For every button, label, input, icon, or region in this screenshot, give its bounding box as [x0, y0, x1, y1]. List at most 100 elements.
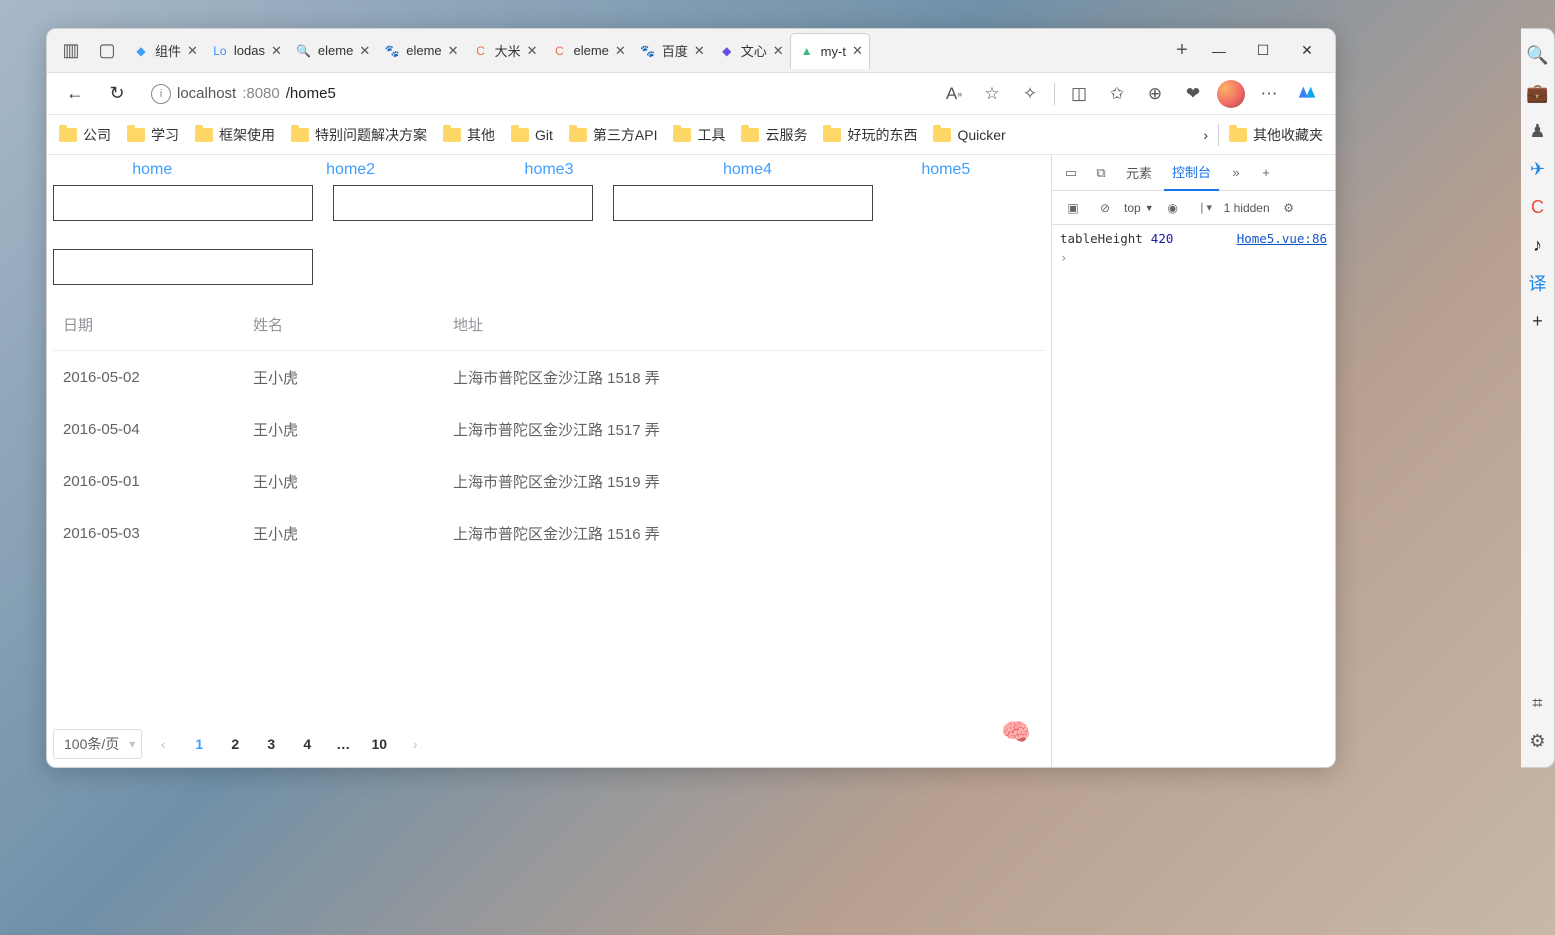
page-number-…[interactable]: …	[328, 729, 358, 759]
bookmark-item-1[interactable]: 学习	[127, 125, 179, 145]
sidebar-app-0[interactable]: 🔍	[1526, 43, 1550, 67]
bookmark-label: 云服务	[765, 125, 807, 145]
browser-tab-8[interactable]: ▲my-t✕	[790, 33, 870, 69]
tab-elements[interactable]: 元素	[1118, 155, 1160, 191]
browser-tab-2[interactable]: 🔍eleme✕	[288, 33, 376, 69]
page-number-3[interactable]: 3	[256, 729, 286, 759]
bookmark-item-3[interactable]: 特别问题解决方案	[291, 125, 427, 145]
tab-close-icon[interactable]: ✕	[773, 43, 784, 59]
maximize-button[interactable]: ☐	[1241, 33, 1285, 69]
sidebar-app-6[interactable]: 译	[1526, 271, 1550, 295]
bookmark-item-9[interactable]: 好玩的东西	[823, 125, 917, 145]
inspect-icon[interactable]: ▭	[1058, 165, 1084, 181]
tab-close-icon[interactable]: ✕	[615, 43, 626, 59]
back-button[interactable]: ←	[59, 78, 91, 110]
console-output[interactable]: tableHeight 420 Home5.vue:86 ›	[1052, 225, 1335, 767]
sidebar-app-7[interactable]: +	[1526, 309, 1550, 333]
bookmark-item-5[interactable]: Git	[511, 127, 553, 143]
sidebar-toggle-icon[interactable]: ▣	[1060, 201, 1086, 215]
assistant-brain-icon[interactable]: 🧠	[1001, 717, 1031, 747]
page-number-10[interactable]: 10	[364, 729, 394, 759]
log-source-link[interactable]: Home5.vue:86	[1237, 231, 1327, 246]
more-icon[interactable]: ⋯	[1253, 78, 1285, 110]
nav-link-home3[interactable]: home3	[450, 159, 648, 181]
performance-icon[interactable]: ❤	[1177, 78, 1209, 110]
browser-tab-1[interactable]: Lolodas✕	[204, 33, 288, 69]
page-number-1[interactable]: 1	[184, 729, 214, 759]
collections-icon[interactable]: ⊕	[1139, 78, 1171, 110]
sidebar-app-2[interactable]: ♟	[1526, 119, 1550, 143]
cell-date: 2016-05-04	[53, 421, 253, 438]
tab-console[interactable]: 控制台	[1164, 155, 1219, 191]
read-aloud-icon[interactable]: A»	[938, 78, 970, 110]
tab-actions-icon[interactable]: ▥	[53, 40, 89, 61]
live-expression-icon[interactable]: ◉	[1160, 201, 1186, 215]
favorite-icon[interactable]: ☆	[976, 78, 1008, 110]
tab-close-icon[interactable]: ✕	[359, 43, 370, 59]
reload-button[interactable]: ↻	[101, 78, 133, 110]
page-next[interactable]: ›	[400, 729, 430, 759]
new-tab-button[interactable]: +	[1167, 39, 1197, 62]
bookmark-item-0[interactable]: 公司	[59, 125, 111, 145]
bookmark-item-10[interactable]: Quicker	[933, 127, 1005, 143]
text-input-2[interactable]	[333, 185, 593, 221]
workspace-icon[interactable]: ▢	[89, 40, 125, 61]
tab-close-icon[interactable]: ✕	[527, 43, 538, 59]
bookmark-label: 特别问题解决方案	[315, 125, 427, 145]
browser-tab-7[interactable]: ◆文心✕	[711, 33, 790, 69]
sidebar-bottom-1[interactable]: ⚙	[1526, 729, 1550, 753]
page-size-select[interactable]: 100条/页	[53, 729, 142, 759]
sidebar-app-3[interactable]: ✈	[1526, 157, 1550, 181]
nav-link-home2[interactable]: home2	[251, 159, 449, 181]
nav-link-home5[interactable]: home5	[847, 159, 1045, 181]
profile-avatar[interactable]	[1215, 78, 1247, 110]
page-prev[interactable]: ‹	[148, 729, 178, 759]
copilot-icon[interactable]	[1291, 78, 1323, 110]
clear-console-icon[interactable]: ⊘	[1092, 201, 1118, 215]
tab-favicon: C	[551, 43, 567, 59]
tab-close-icon[interactable]: ✕	[852, 43, 863, 59]
text-input-3[interactable]	[613, 185, 873, 221]
bookmark-item-8[interactable]: 云服务	[741, 125, 807, 145]
separator	[1218, 124, 1219, 146]
page-number-2[interactable]: 2	[220, 729, 250, 759]
bookmark-item-2[interactable]: 框架使用	[195, 125, 275, 145]
split-screen-icon[interactable]: ◫	[1063, 78, 1095, 110]
sidebar-app-1[interactable]: 💼	[1526, 81, 1550, 105]
extensions-icon[interactable]: ✧	[1014, 78, 1046, 110]
site-info-icon[interactable]: i	[151, 84, 171, 104]
more-tabs-icon[interactable]: »	[1223, 165, 1249, 180]
bookmark-label: 框架使用	[219, 125, 275, 145]
sidebar-app-5[interactable]: ♪	[1526, 233, 1550, 257]
browser-tab-4[interactable]: C大米✕	[465, 33, 544, 69]
text-input-4[interactable]	[53, 249, 313, 285]
tab-close-icon[interactable]: ✕	[187, 43, 198, 59]
address-bar[interactable]: i localhost:8080/home5	[143, 78, 928, 110]
console-settings-icon[interactable]: ⚙	[1276, 201, 1302, 215]
sidebar-app-4[interactable]: C	[1526, 195, 1550, 219]
scope-select[interactable]: top ▼	[1124, 201, 1154, 215]
browser-tab-0[interactable]: ◆组件✕	[125, 33, 204, 69]
close-window-button[interactable]: ✕	[1285, 33, 1329, 69]
nav-link-home4[interactable]: home4	[648, 159, 846, 181]
bookmark-overflow-chevron[interactable]: ›	[1203, 127, 1208, 143]
nav-link-home[interactable]: home	[53, 159, 251, 181]
tab-close-icon[interactable]: ✕	[271, 43, 282, 59]
browser-tab-5[interactable]: Celeme✕	[543, 33, 631, 69]
sidebar-bottom-0[interactable]: ⌗	[1526, 691, 1550, 715]
device-toggle-icon[interactable]: ⧉	[1088, 165, 1114, 181]
tab-close-icon[interactable]: ✕	[694, 43, 705, 59]
text-input-1[interactable]	[53, 185, 313, 221]
bookmark-item-4[interactable]: 其他	[443, 125, 495, 145]
page-number-4[interactable]: 4	[292, 729, 322, 759]
browser-tab-6[interactable]: 🐾百度✕	[632, 33, 711, 69]
tab-close-icon[interactable]: ✕	[448, 43, 459, 59]
bookmark-item-6[interactable]: 第三方API	[569, 125, 658, 145]
favorites-bar-icon[interactable]: ✩	[1101, 78, 1133, 110]
add-tab-icon[interactable]: +	[1253, 165, 1279, 180]
filter-icon[interactable]: ❘▾	[1192, 201, 1218, 214]
browser-tab-3[interactable]: 🐾eleme✕	[376, 33, 464, 69]
minimize-button[interactable]: —	[1197, 33, 1241, 69]
bookmark-item-7[interactable]: 工具	[673, 125, 725, 145]
bookmark-other-folder[interactable]: 其他收藏夹	[1229, 125, 1323, 145]
